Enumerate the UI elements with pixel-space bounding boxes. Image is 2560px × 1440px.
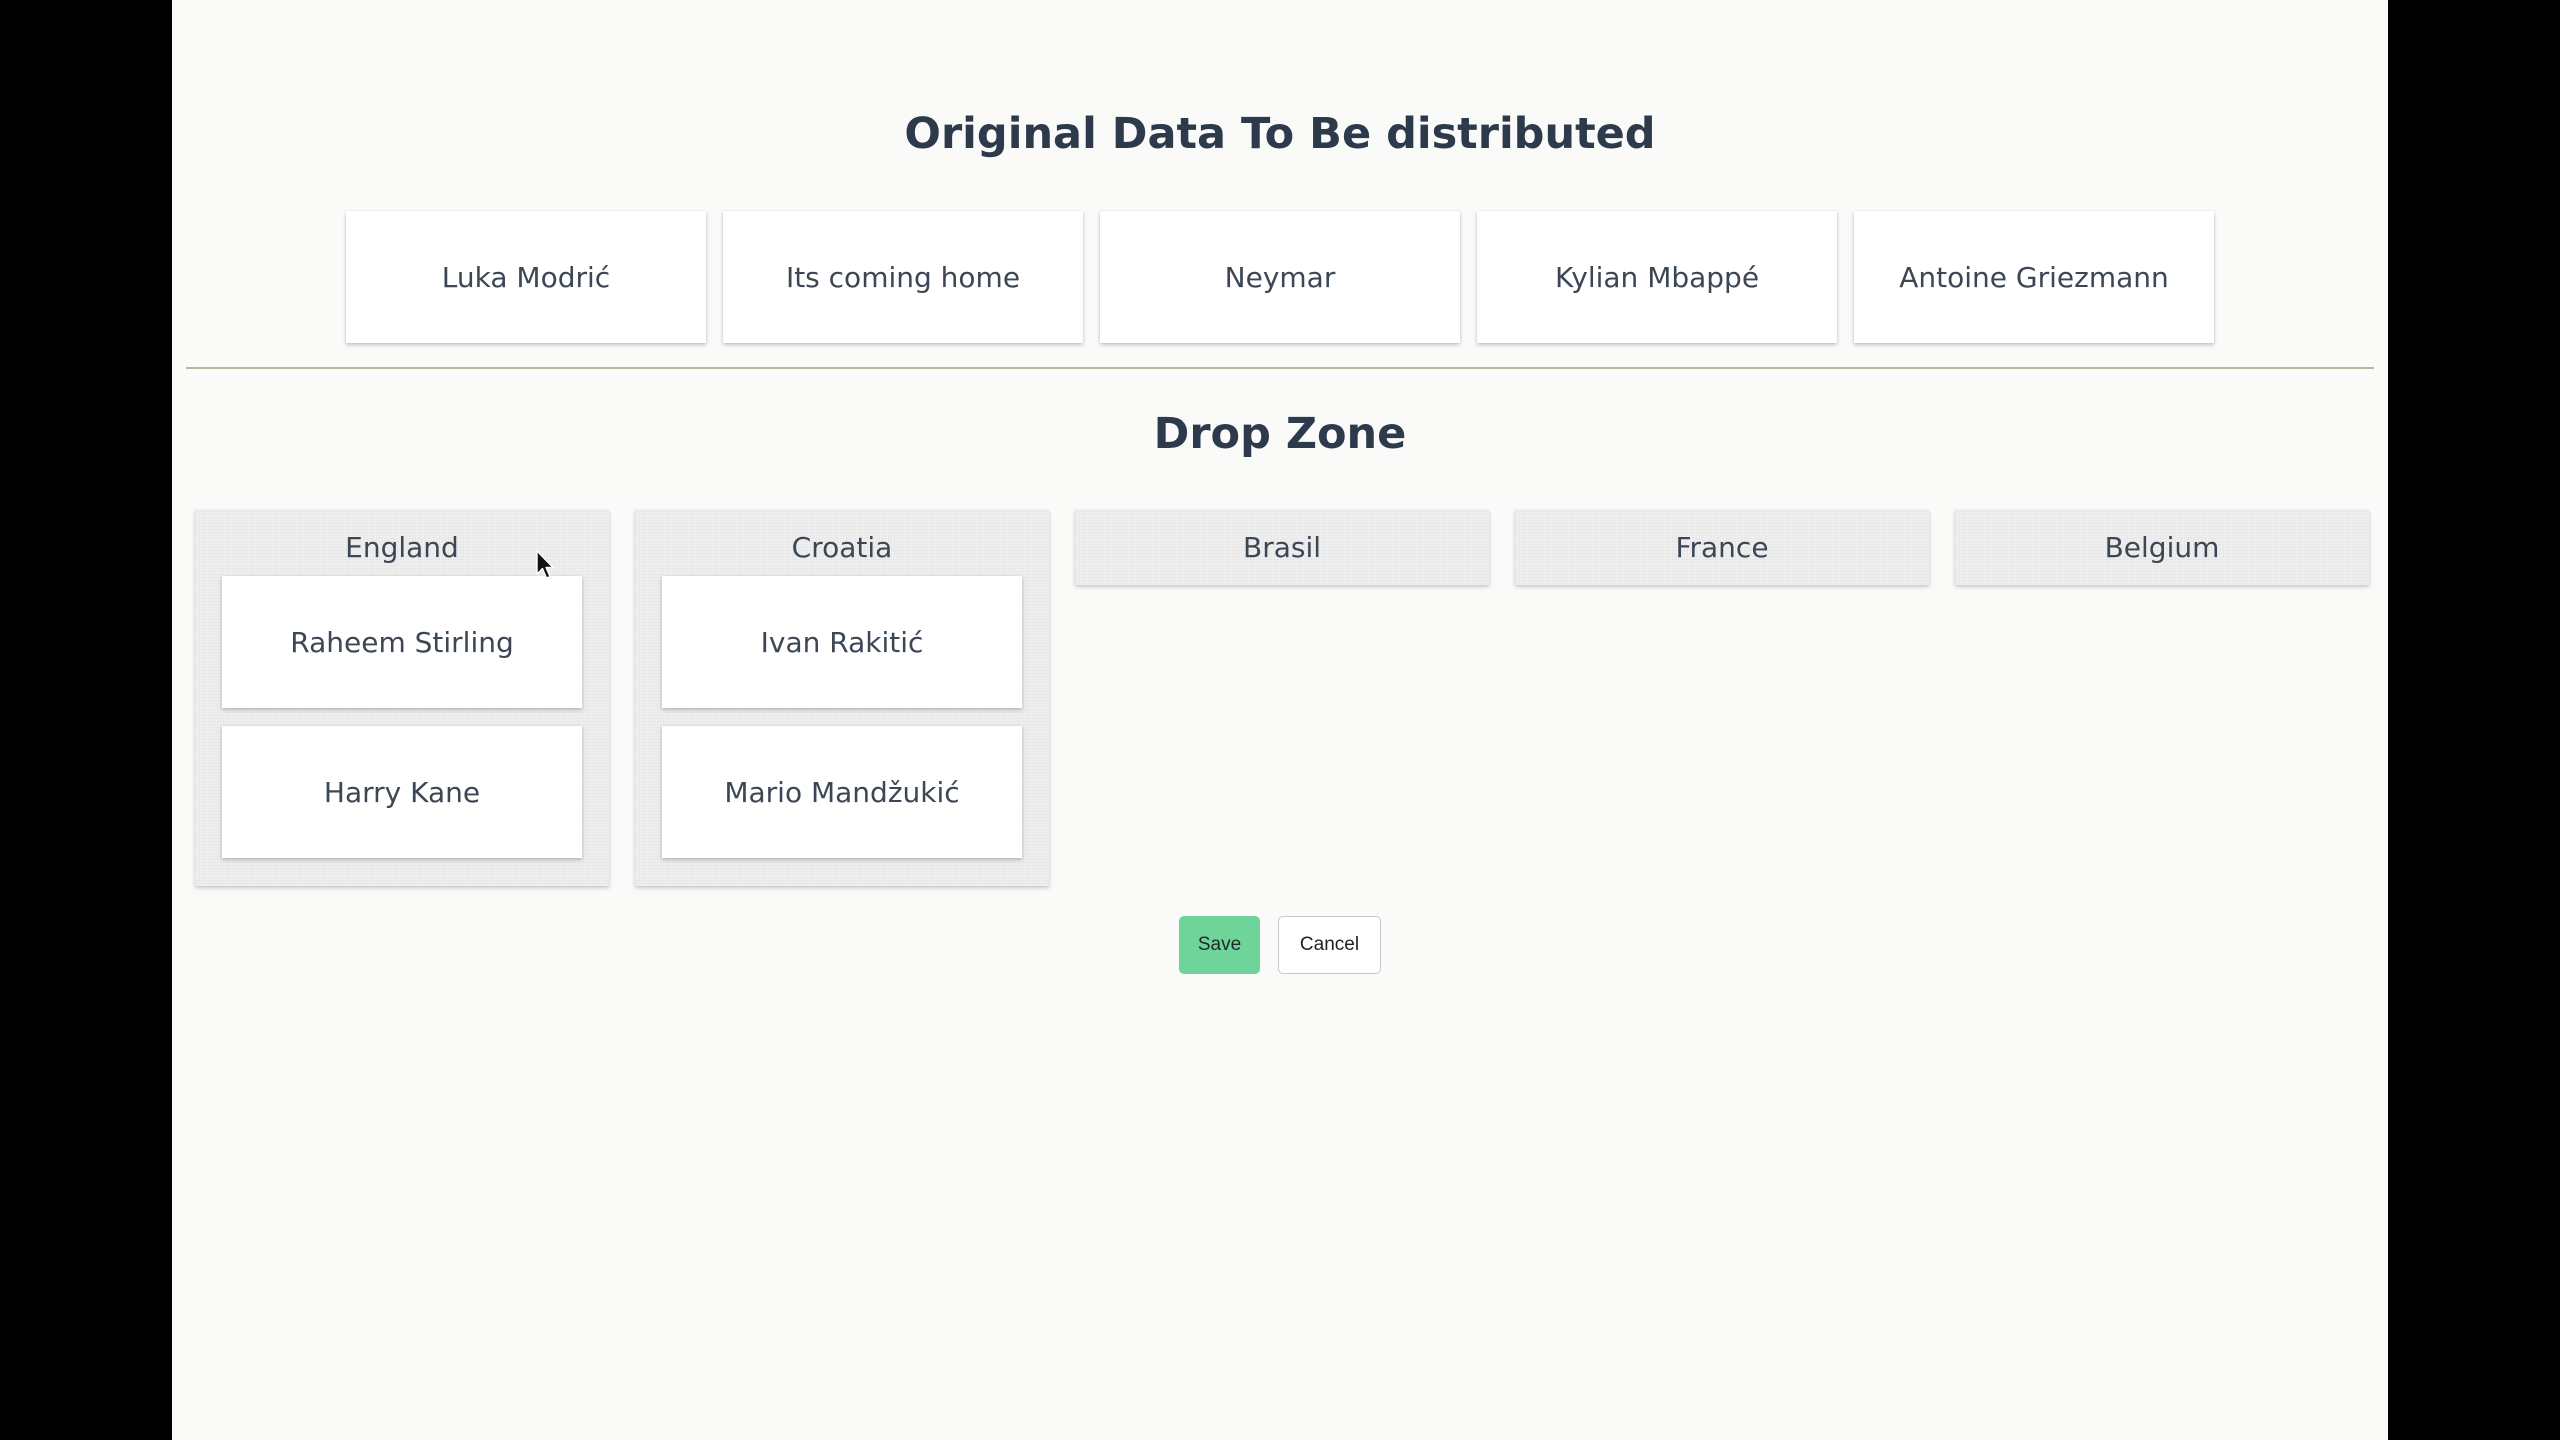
drop-zone-belgium[interactable]: Belgium [1955, 510, 2369, 585]
draggable-card[interactable]: Ivan Rakitić [662, 576, 1022, 708]
draggable-card[interactable]: Raheem Stirling [222, 576, 582, 708]
drop-zone-france[interactable]: France [1515, 510, 1929, 585]
cancel-button[interactable]: Cancel [1278, 916, 1381, 974]
save-button[interactable]: Save [1179, 916, 1260, 974]
drop-zone-label: Croatia [791, 530, 893, 564]
mouse-cursor-icon [536, 550, 554, 579]
draggable-card[interactable]: Luka Modrić [346, 211, 706, 343]
drop-zones-row: England Raheem Stirling Harry Kane Croat… [195, 510, 2369, 886]
drop-zone-heading: Drop Zone [1153, 409, 1407, 459]
drop-zone-croatia[interactable]: Croatia Ivan Rakitić Mario Mandžukić [635, 510, 1049, 886]
draggable-card[interactable]: Antoine Griezmann [1854, 211, 2214, 343]
draggable-card[interactable]: Its coming home [723, 211, 1083, 343]
draggable-card[interactable]: Neymar [1100, 211, 1460, 343]
original-data-heading: Original Data To Be distributed [904, 109, 1656, 159]
draggable-card[interactable]: Mario Mandžukić [662, 726, 1022, 858]
draggable-card[interactable]: Harry Kane [222, 726, 582, 858]
form-actions: Save Cancel [172, 916, 2388, 974]
source-items-row: Luka Modrić Its coming home Neymar Kylia… [172, 211, 2388, 343]
page: Original Data To Be distributed Luka Mod… [172, 0, 2388, 1440]
section-divider [186, 367, 2374, 369]
drop-zone-brasil[interactable]: Brasil [1075, 510, 1489, 585]
draggable-card[interactable]: Kylian Mbappé [1477, 211, 1837, 343]
drop-zone-label: France [1675, 531, 1769, 564]
drop-zone-label: Belgium [2104, 531, 2220, 564]
drop-zone-label: Brasil [1242, 531, 1322, 564]
